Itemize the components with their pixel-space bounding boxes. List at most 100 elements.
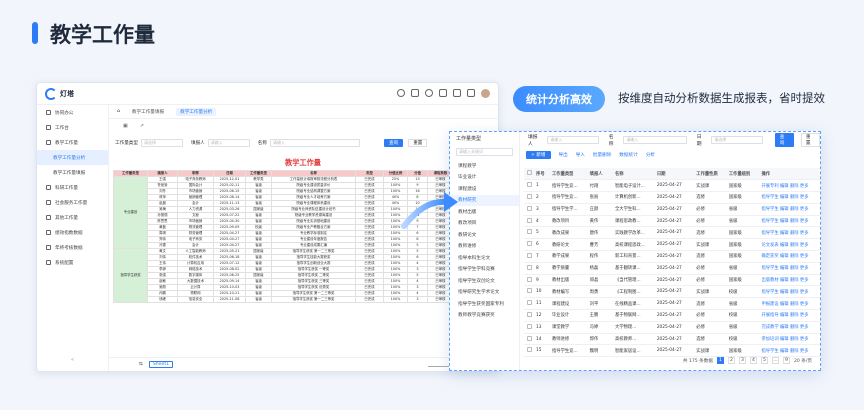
- sidebar-item[interactable]: 教学工作量分析: [37, 150, 108, 165]
- category-search-input[interactable]: 请输入关键词: [456, 148, 513, 156]
- category-item[interactable]: 指导本科生论文: [450, 252, 519, 264]
- page-button[interactable]: ...: [771, 357, 779, 364]
- select-cell[interactable]: [524, 215, 534, 228]
- select-cell[interactable]: [524, 297, 534, 311]
- category-item[interactable]: 指导研究生学术论文: [450, 287, 519, 299]
- table-row[interactable]: 1 指导学生竞... 付翔 智能电子设计... 2025-04-27 实战课 国家级 开展专利…: [524, 179, 820, 193]
- select-cell[interactable]: [524, 344, 534, 358]
- avatar[interactable]: [481, 89, 490, 98]
- checkbox[interactable]: [527, 252, 532, 258]
- sidebar-item[interactable]: 系统配置: [37, 255, 108, 270]
- app-logo[interactable]: 灯塔: [45, 87, 74, 100]
- select-cell[interactable]: [524, 309, 534, 322]
- page-button[interactable]: 9: [782, 357, 790, 364]
- grid-cell[interactable]: 指导学生获奖 第一二三等奖: [271, 296, 356, 303]
- grid-cell[interactable]: 信息安全: [177, 296, 214, 303]
- filter-person-input[interactable]: 请输入: [207, 139, 250, 147]
- table-row[interactable]: 10 教材编写 周勇 《工程制图... 2025-04-27 实战课 校级 指导学生 编辑 删…: [524, 285, 820, 299]
- checkbox[interactable]: [527, 229, 532, 235]
- category-item[interactable]: 教师进修: [450, 241, 519, 253]
- category-item[interactable]: 毕业设计: [450, 172, 519, 184]
- row-actions[interactable]: 指导学生 编辑 删除 更多: [758, 344, 820, 358]
- sidebar-item[interactable]: 教学工作量: [37, 135, 108, 150]
- sidebar-item[interactable]: 年终考核数据: [37, 240, 108, 255]
- category-item[interactable]: 指导学生双创论文: [450, 275, 519, 287]
- settings-icon[interactable]: [439, 89, 447, 97]
- row-actions[interactable]: 确定获奖 编辑 删除 更多: [758, 250, 820, 263]
- category-item[interactable]: 教改项目: [450, 218, 519, 230]
- category-item[interactable]: 教研论文: [450, 229, 519, 241]
- sidebar-item[interactable]: 教学工作量填报: [37, 165, 108, 180]
- sheet-add-icon[interactable]: ⇆: [139, 362, 143, 367]
- sidebar-item[interactable]: 绩效指数数据: [37, 225, 108, 240]
- row-actions[interactable]: 指导学生 编辑 删除 更多: [758, 285, 820, 299]
- sheet-tab[interactable]: Sheet1: [148, 361, 174, 368]
- sidebar-item[interactable]: 工作台: [37, 120, 108, 135]
- grid-cell[interactable]: 已完成: [355, 296, 384, 303]
- select-cell[interactable]: [524, 250, 534, 263]
- query-button[interactable]: 查询: [383, 139, 404, 147]
- table-row[interactable]: 15 指导学生竞... 魏明 智能家居设... 2025-04-27 实战课 国家级 指导学生…: [524, 344, 820, 358]
- reset-button[interactable]: 重置: [408, 139, 428, 147]
- add-button[interactable]: + 新增: [526, 151, 551, 159]
- tab-analysis[interactable]: 教学工作量分析: [176, 107, 217, 116]
- category-item[interactable]: 指导学生学科竞赛: [450, 264, 519, 276]
- sidebar-item[interactable]: 协同办公: [37, 105, 108, 120]
- row-actions[interactable]: 开展专利 编辑 删除 更多: [758, 179, 820, 193]
- table-row[interactable]: 14 教师进修 郭伟 高校教师... 2025-04-27 选修 校级 参加培训 编辑 删除 …: [524, 333, 820, 346]
- select-cell[interactable]: [524, 238, 534, 252]
- grid-cell[interactable]: 100%: [383, 296, 408, 303]
- page-size-select[interactable]: 20 条/页: [794, 358, 812, 364]
- select-cell[interactable]: [524, 285, 534, 299]
- list-reset-button[interactable]: 重置: [800, 133, 820, 147]
- category-item[interactable]: 教材出版: [450, 206, 519, 218]
- sidebar-item[interactable]: 其他工作量: [37, 210, 108, 225]
- category-item[interactable]: 指导学生获奖国家专利: [450, 298, 519, 310]
- sidebar-item[interactable]: 社会服务工作量: [37, 195, 108, 210]
- category-item[interactable]: 课程建设: [450, 183, 519, 195]
- checkbox[interactable]: [527, 193, 532, 199]
- checkbox[interactable]: [527, 335, 532, 341]
- filter-name-input[interactable]: 请输入: [269, 139, 360, 147]
- print-icon[interactable]: ▣: [123, 123, 128, 129]
- table-row[interactable]: 7 教学成果 程伟 新工科背景... 2025-04-27 选修 国家级 确定获奖 编辑 删除…: [524, 250, 820, 263]
- select-cell[interactable]: [524, 203, 534, 216]
- toolbar-action[interactable]: 导入: [576, 152, 585, 158]
- collapse-icon[interactable]: «: [71, 357, 74, 363]
- select-cell[interactable]: [524, 226, 534, 240]
- page-button[interactable]: 2: [727, 357, 735, 364]
- grid-cell[interactable]: 钱峰: [147, 296, 178, 303]
- page-button[interactable]: 1: [716, 357, 724, 364]
- checkbox[interactable]: [527, 217, 532, 223]
- page-button[interactable]: 5: [760, 357, 768, 364]
- sidebar-item[interactable]: 科研工作量: [37, 180, 108, 195]
- grid-cell[interactable]: 省级: [245, 296, 272, 303]
- category-item[interactable]: 教材研究: [450, 194, 519, 206]
- list-person-input[interactable]: 请输入: [547, 136, 599, 144]
- checkbox[interactable]: [527, 205, 532, 211]
- table-row[interactable]: 12 毕业设计 王鹏 基于物联网... 2025-04-27 必修 校级 开展指导 编辑 删除…: [524, 309, 820, 322]
- toolbar-action[interactable]: 导出: [559, 152, 568, 158]
- list-query-button[interactable]: 查询: [774, 133, 794, 147]
- page-button[interactable]: 3: [738, 357, 746, 364]
- spreadsheet[interactable]: 教学工作量 工作量类型 填报人 职称 日期 工作量类型 名称 类型 分值比例 分值 课程系数 专业建…: [113, 152, 493, 352]
- select-cell[interactable]: [524, 262, 534, 275]
- table-row[interactable]: 3 指导学生学... 庄颜 全大学生科... 2025-04-27 必修 省级 指导学生 编辑…: [524, 203, 820, 216]
- table-row[interactable]: 11 课程建设 刘平 在线精品课... 2025-04-27 选修 省级 申报建设 编辑 删除…: [524, 297, 820, 311]
- row-actions[interactable]: 论文发表 编辑 删除 更多: [758, 238, 820, 252]
- table-row[interactable]: 5 教改成果 唐伟 实践教学改革... 2025-04-27 选修 国家级 指导学生 编辑 删…: [524, 226, 820, 240]
- search-icon[interactable]: [397, 89, 405, 97]
- select-cell[interactable]: [524, 179, 534, 193]
- select-cell[interactable]: [524, 321, 534, 334]
- row-actions[interactable]: 出版教材 编辑 删除 更多: [758, 274, 820, 287]
- row-actions[interactable]: 指导学生 编辑 删除 更多: [758, 262, 820, 275]
- page-button[interactable]: 4: [749, 357, 757, 364]
- category-item[interactable]: 课程教学: [450, 160, 519, 172]
- grid-cell[interactable]: 2025-11-08: [213, 296, 246, 303]
- filter-type-select[interactable]: 请选择: [140, 139, 183, 147]
- table-row[interactable]: 4 教改项目 黄伟 课程思政教... 2025-04-27 必修 省级 指导学生 编辑 删除 …: [524, 215, 820, 228]
- toolbar-action[interactable]: 分析: [646, 152, 655, 158]
- select-cell[interactable]: [524, 191, 534, 204]
- star-icon[interactable]: [411, 89, 419, 97]
- checkbox[interactable]: [527, 170, 532, 176]
